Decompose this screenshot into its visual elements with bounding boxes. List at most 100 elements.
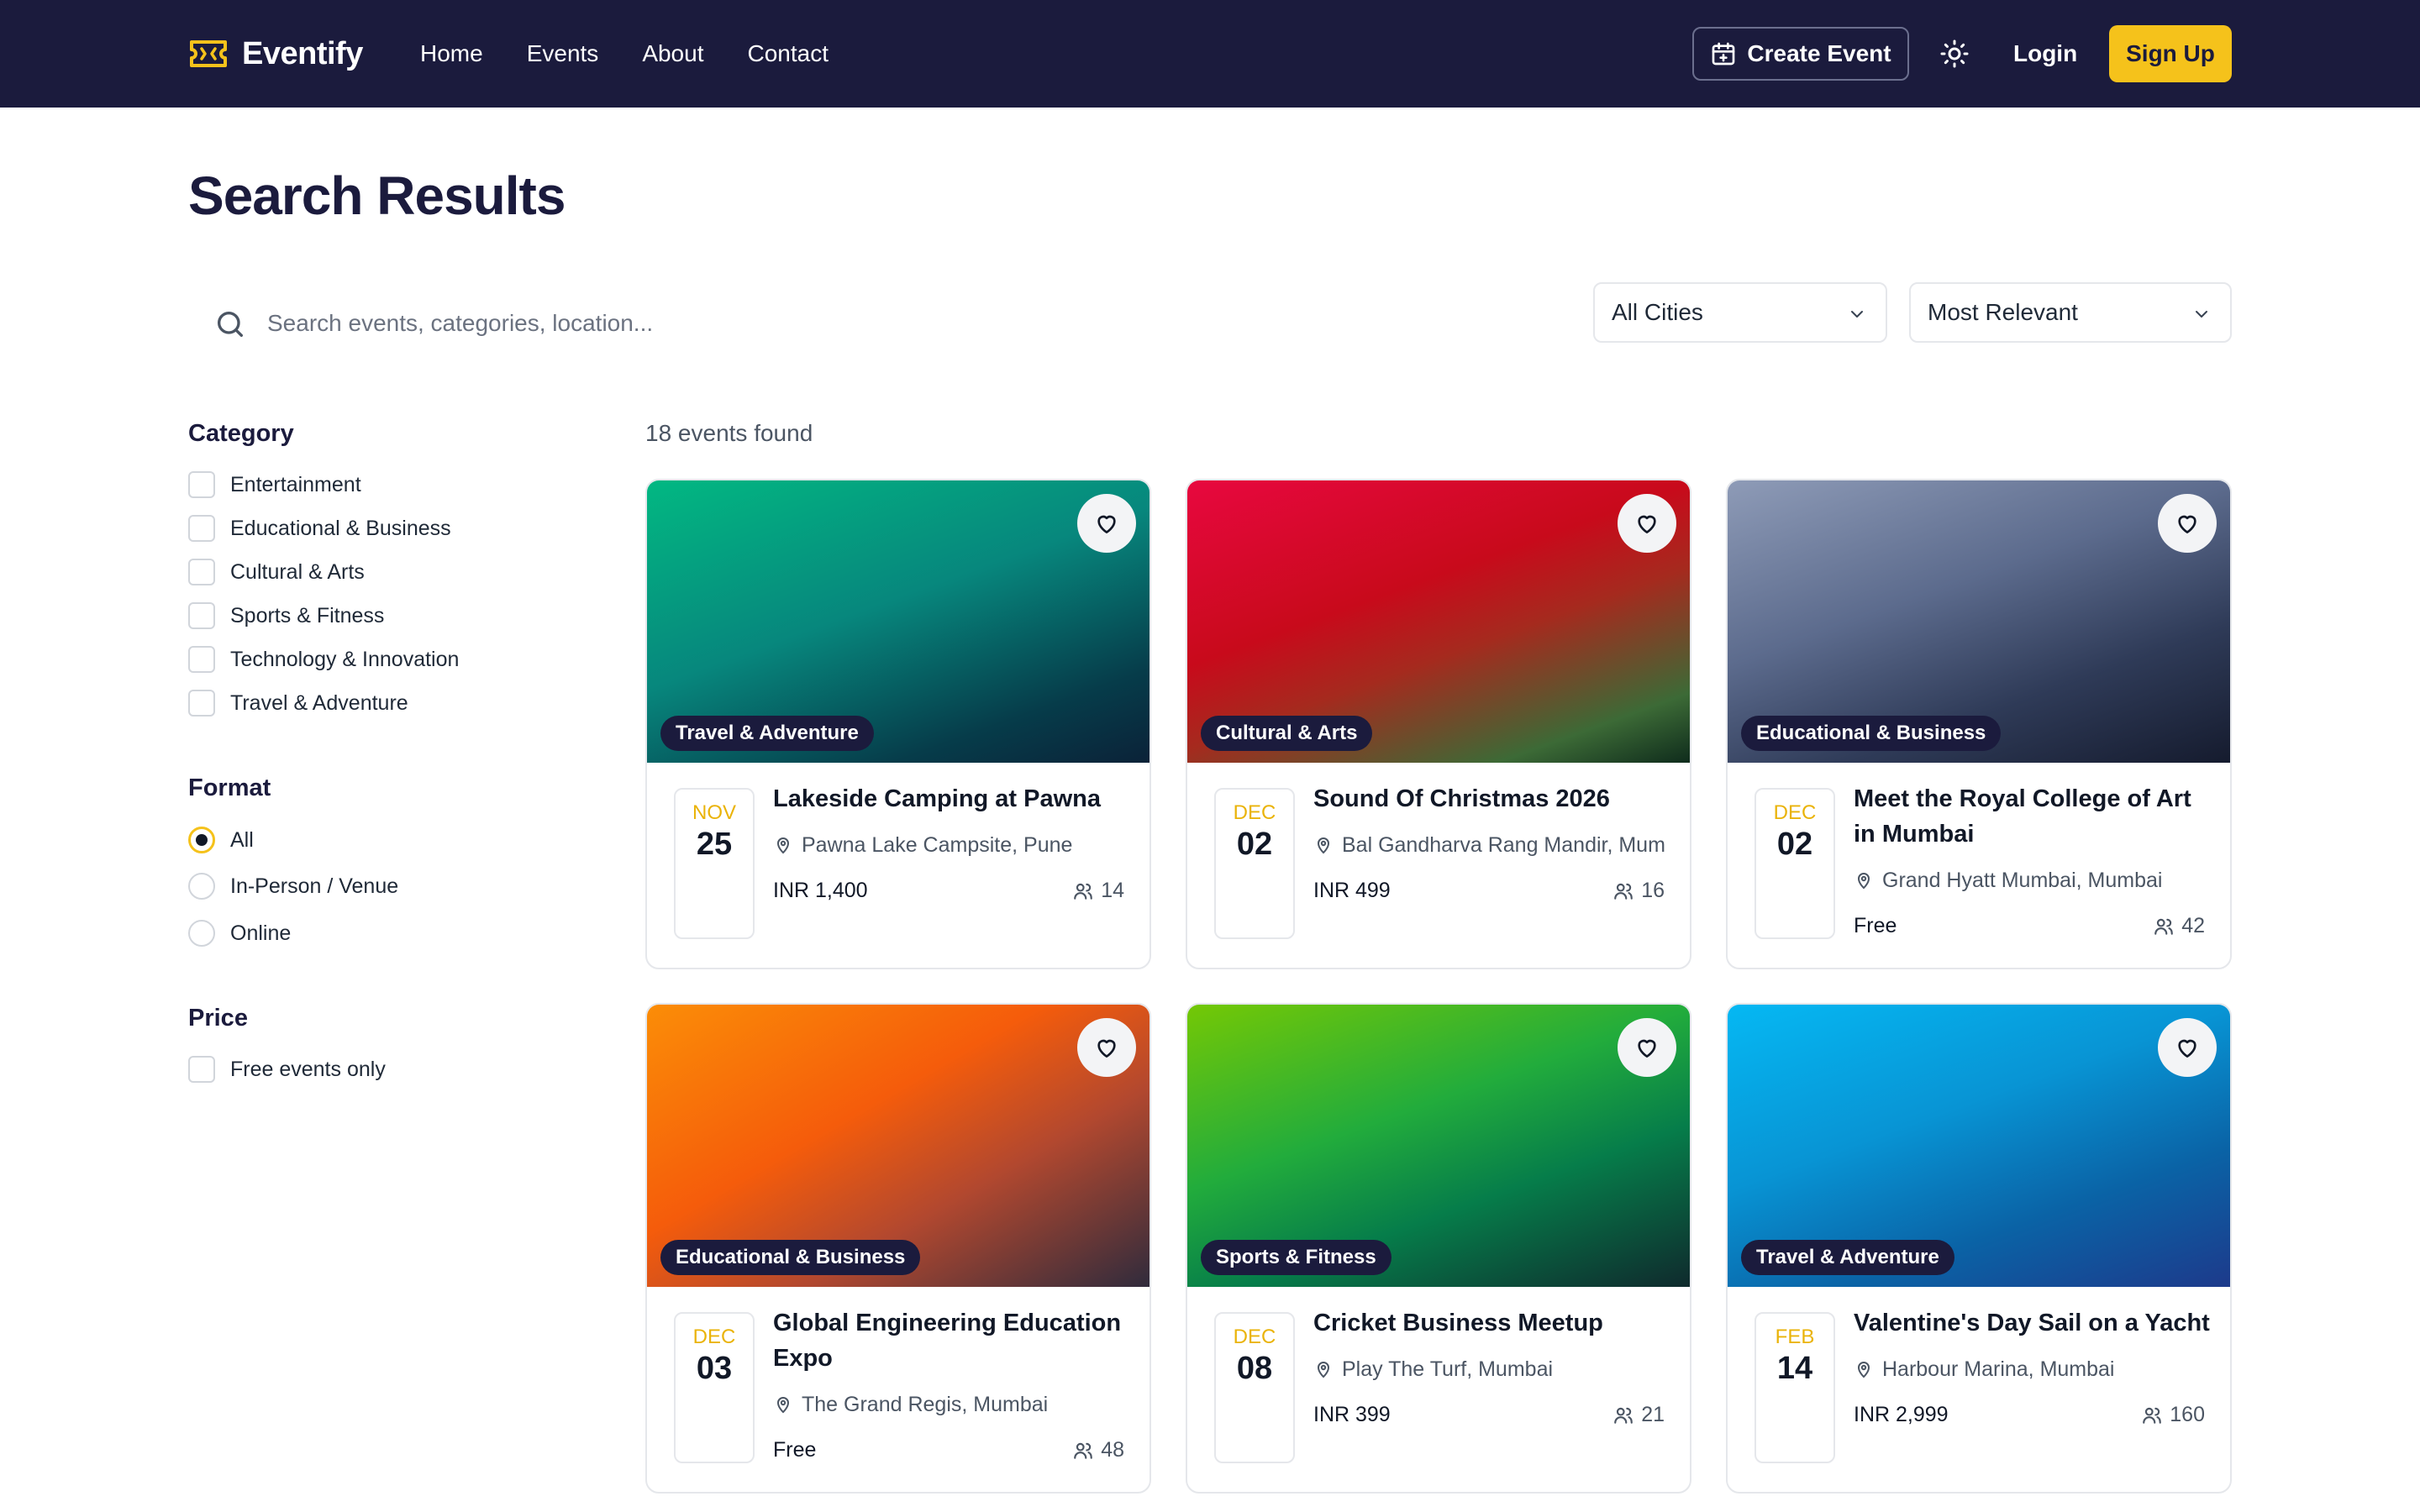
city-select[interactable]: All Cities <box>1593 282 1887 343</box>
event-location: Play The Turf, Mumbai <box>1313 1354 1676 1384</box>
event-card[interactable]: Cultural & Arts DEC 02 Sound Of Christmas… <box>1186 479 1691 969</box>
event-date: DEC 03 <box>674 1312 755 1463</box>
checkbox[interactable] <box>188 646 215 673</box>
category-option-technology-innovation[interactable]: Technology & Innovation <box>188 645 459 674</box>
event-date: FEB 14 <box>1754 1312 1835 1463</box>
radio-selected[interactable] <box>188 827 215 853</box>
event-attendees: 48 <box>1072 1438 1124 1462</box>
nav-link-contact[interactable]: Contact <box>747 34 829 74</box>
event-card[interactable]: Sports & Fitness DEC 08 Cricket Business … <box>1186 1003 1691 1494</box>
location-text: Grand Hyatt Mumbai, Mumbai <box>1882 868 2163 892</box>
date-day: 14 <box>1776 1351 1813 1386</box>
format-filter-heading: Format <box>188 774 271 801</box>
users-icon <box>1074 1442 1093 1459</box>
event-date: DEC 02 <box>1754 788 1835 939</box>
search-icon <box>218 312 243 337</box>
checkbox[interactable] <box>188 471 215 498</box>
event-attendees: 160 <box>2141 1403 2205 1427</box>
nav-link-home[interactable]: Home <box>420 34 483 74</box>
nav-links: Home Events About Contact <box>420 34 829 74</box>
radio[interactable] <box>188 873 215 900</box>
event-title[interactable]: Meet the Royal College of Art in Mumbai <box>1854 781 2217 852</box>
price-filter-heading: Price <box>188 1005 248 1032</box>
date-day: 08 <box>1236 1351 1273 1386</box>
sort-select-value: Most Relevant <box>1928 299 2078 325</box>
checkbox[interactable] <box>188 690 215 717</box>
brand-logo-link[interactable]: Eventify <box>188 32 363 76</box>
attendee-count: 21 <box>1641 1403 1665 1426</box>
format-option-in-person[interactable]: In-Person / Venue <box>188 872 398 900</box>
attendee-count: 160 <box>2170 1403 2205 1426</box>
format-option-online[interactable]: Online <box>188 919 291 948</box>
category-option-cultural-arts[interactable]: Cultural & Arts <box>188 558 365 586</box>
checkbox[interactable] <box>188 559 215 585</box>
heart-icon <box>2178 1039 2196 1058</box>
event-date: DEC 02 <box>1214 788 1295 939</box>
search-input[interactable] <box>267 302 1528 344</box>
date-month: DEC <box>692 1326 736 1348</box>
event-card[interactable]: Travel & Adventure FEB 14 Valentine's Day… <box>1726 1003 2232 1494</box>
search-bar <box>188 294 1566 353</box>
login-link[interactable]: Login <box>2013 34 2077 74</box>
category-filter-heading: Category <box>188 420 294 447</box>
nav-link-events[interactable]: Events <box>527 34 599 74</box>
category-option-sports-fitness[interactable]: Sports & Fitness <box>188 601 384 630</box>
create-event-button[interactable]: Create Event <box>1692 27 1909 81</box>
chevron-down-icon <box>1851 311 1863 318</box>
location-text: Pawna Lake Campsite, Pune <box>802 832 1073 857</box>
event-attendees: 42 <box>2153 914 2205 938</box>
event-title[interactable]: Sound Of Christmas 2026 <box>1313 781 1676 816</box>
favorite-button[interactable] <box>2158 494 2217 553</box>
checkbox[interactable] <box>188 1056 215 1083</box>
event-card[interactable]: Educational & Business DEC 03 Global Engi… <box>645 1003 1151 1494</box>
event-price: INR 399 <box>1313 1403 1391 1426</box>
nav-link-about[interactable]: About <box>642 34 703 74</box>
favorite-button[interactable] <box>1618 494 1676 553</box>
date-day: 02 <box>1236 827 1273 862</box>
event-title[interactable]: Lakeside Camping at Pawna <box>773 781 1136 816</box>
users-icon <box>1614 1407 1634 1424</box>
sort-select[interactable]: Most Relevant <box>1909 282 2232 343</box>
favorite-button[interactable] <box>1618 1018 1676 1077</box>
event-price: INR 499 <box>1313 879 1391 902</box>
location-text: Bal Gandharva Rang Mandir, Mum <box>1342 832 1665 857</box>
heart-icon <box>1097 1039 1116 1058</box>
heart-icon <box>1097 515 1116 533</box>
event-title[interactable]: Global Engineering Education Expo <box>773 1305 1136 1376</box>
favorite-button[interactable] <box>2158 1018 2217 1077</box>
theme-toggle-button[interactable] <box>1934 34 1975 74</box>
ticket-logo-icon <box>190 40 227 67</box>
event-title[interactable]: Cricket Business Meetup <box>1313 1305 1676 1341</box>
event-attendees: 14 <box>1072 879 1124 903</box>
category-option-entertainment[interactable]: Entertainment <box>188 470 361 499</box>
event-title[interactable]: Valentine's Day Sail on a Yacht <box>1854 1305 2217 1341</box>
users-icon <box>1074 883 1093 900</box>
event-card[interactable]: Educational & Business DEC 02 Meet the Ro… <box>1726 479 2232 969</box>
event-date: DEC 08 <box>1214 1312 1295 1463</box>
date-day: 03 <box>696 1351 733 1386</box>
category-option-travel-adventure[interactable]: Travel & Adventure <box>188 689 408 717</box>
results-count: 18 events found <box>645 420 813 446</box>
category-option-educational-business[interactable]: Educational & Business <box>188 514 451 543</box>
checkbox[interactable] <box>188 515 215 542</box>
option-label: Technology & Innovation <box>230 647 460 671</box>
checkbox[interactable] <box>188 602 215 629</box>
signup-button[interactable]: Sign Up <box>2109 25 2232 82</box>
attendee-count: 42 <box>2181 914 2205 937</box>
event-location: Pawna Lake Campsite, Pune <box>773 830 1136 860</box>
date-month: DEC <box>1773 801 1817 824</box>
favorite-button[interactable] <box>1077 1018 1136 1077</box>
option-label: Educational & Business <box>230 516 451 540</box>
date-month: DEC <box>1233 1326 1276 1348</box>
map-pin-icon <box>776 1397 790 1414</box>
option-label: Sports & Fitness <box>230 603 385 627</box>
event-date: NOV 25 <box>674 788 755 939</box>
price-option-free-only[interactable]: Free events only <box>188 1055 386 1084</box>
map-pin-icon <box>776 837 790 854</box>
favorite-button[interactable] <box>1077 494 1136 553</box>
format-option-all[interactable]: All <box>188 826 254 854</box>
radio[interactable] <box>188 920 215 947</box>
users-icon <box>2154 918 2174 935</box>
map-pin-icon <box>1857 873 1870 890</box>
event-card[interactable]: Travel & Adventure NOV 25 Lakeside Campin… <box>645 479 1151 969</box>
